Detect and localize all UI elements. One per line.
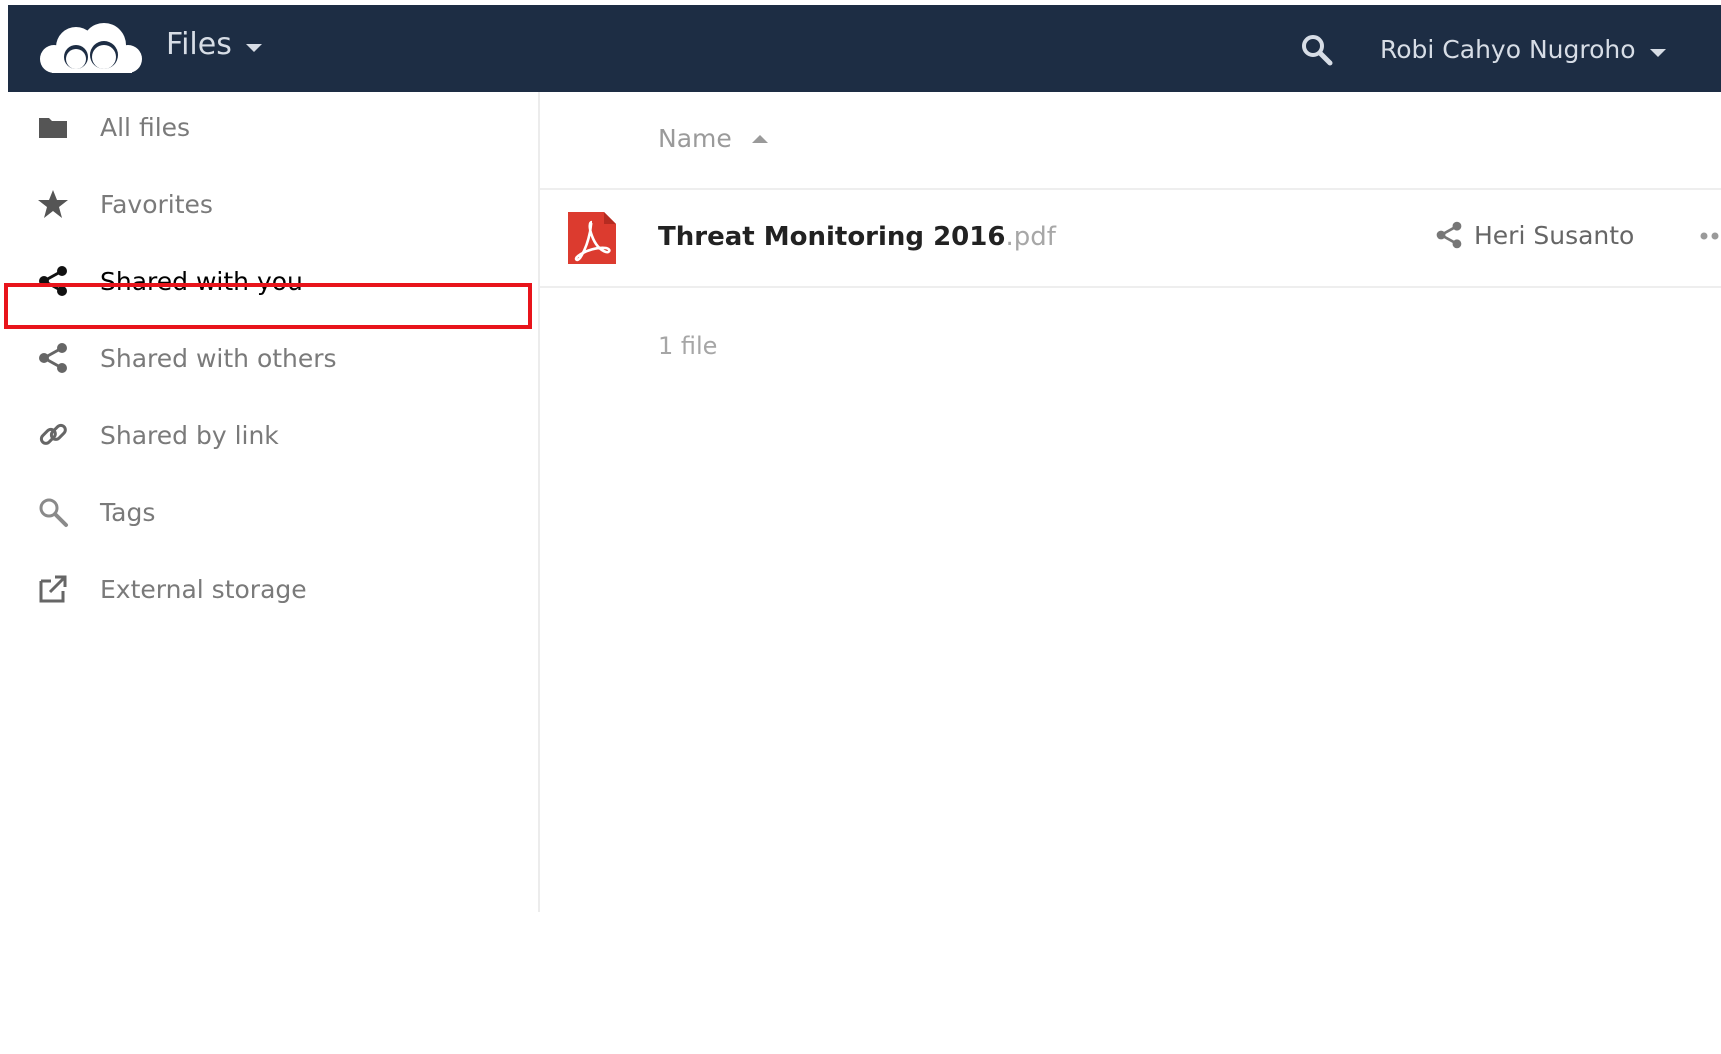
owner-name: Heri Susanto [1474, 220, 1635, 250]
search-icon[interactable] [1300, 33, 1334, 67]
file-name[interactable]: Threat Monitoring 2016.pdf [658, 222, 1056, 252]
user-name: Robi Cahyo Nugroho [1380, 35, 1636, 64]
sidebar-item-label: All files [100, 112, 191, 142]
cloud-logo-icon[interactable] [30, 19, 150, 81]
sidebar-item-label: Shared with you [100, 266, 303, 296]
app-name: Files [166, 27, 232, 62]
sidebar-item-shared-with-others[interactable]: Shared with others [0, 323, 538, 393]
sort-by-name[interactable]: Name [658, 124, 768, 153]
caret-down-icon [1649, 48, 1666, 57]
sidebar-item-label: External storage [100, 574, 307, 604]
shared-by-owner[interactable]: Heri Susanto [1434, 220, 1634, 250]
more-options-icon[interactable] [1698, 226, 1721, 246]
sidebar-item-label: Favorites [100, 189, 213, 219]
user-menu[interactable]: Robi Cahyo Nugroho [1380, 35, 1666, 64]
share-icon [39, 266, 67, 296]
sidebar-item-label: Shared by link [100, 420, 279, 450]
column-name-label: Name [658, 124, 732, 153]
file-count-summary: 1 file [658, 332, 718, 360]
sidebar-navigation: All files Favorites Shared with you Shar… [0, 92, 540, 912]
file-list: Name Threat Monitoring 2016.pdf Heri Sus… [540, 92, 1721, 912]
file-extension: .pdf [1005, 222, 1056, 252]
star-icon [38, 190, 68, 218]
share-icon [39, 343, 67, 373]
caret-down-icon [245, 43, 262, 52]
sidebar-item-favorites[interactable]: Favorites [0, 169, 538, 239]
external-icon [39, 575, 67, 603]
sidebar-item-tags[interactable]: Tags [0, 477, 538, 547]
app-switcher[interactable]: Files [166, 27, 262, 62]
folder-icon [39, 118, 67, 138]
files-app: Files Robi Cahyo Nugroho All files Favor… [0, 0, 1721, 1054]
file-list-header: Name [540, 92, 1721, 190]
search-icon [39, 498, 68, 527]
sidebar-item-shared-by-link[interactable]: Shared by link [0, 400, 538, 470]
pdf-icon [568, 212, 616, 264]
sidebar-item-shared-with-you[interactable]: Shared with you [0, 246, 538, 316]
table-row[interactable]: Threat Monitoring 2016.pdf Heri Susanto [540, 190, 1721, 288]
sort-asc-icon [751, 134, 768, 143]
share-icon [1436, 221, 1462, 249]
sidebar-item-label: Shared with others [100, 343, 337, 373]
link-icon [39, 423, 67, 445]
sidebar-item-label: Tags [100, 497, 156, 527]
sidebar-item-external-storage[interactable]: External storage [0, 554, 538, 624]
top-header: Files Robi Cahyo Nugroho [8, 5, 1721, 92]
sidebar-item-all-files[interactable]: All files [0, 92, 538, 162]
file-basename: Threat Monitoring 2016 [658, 222, 1006, 252]
